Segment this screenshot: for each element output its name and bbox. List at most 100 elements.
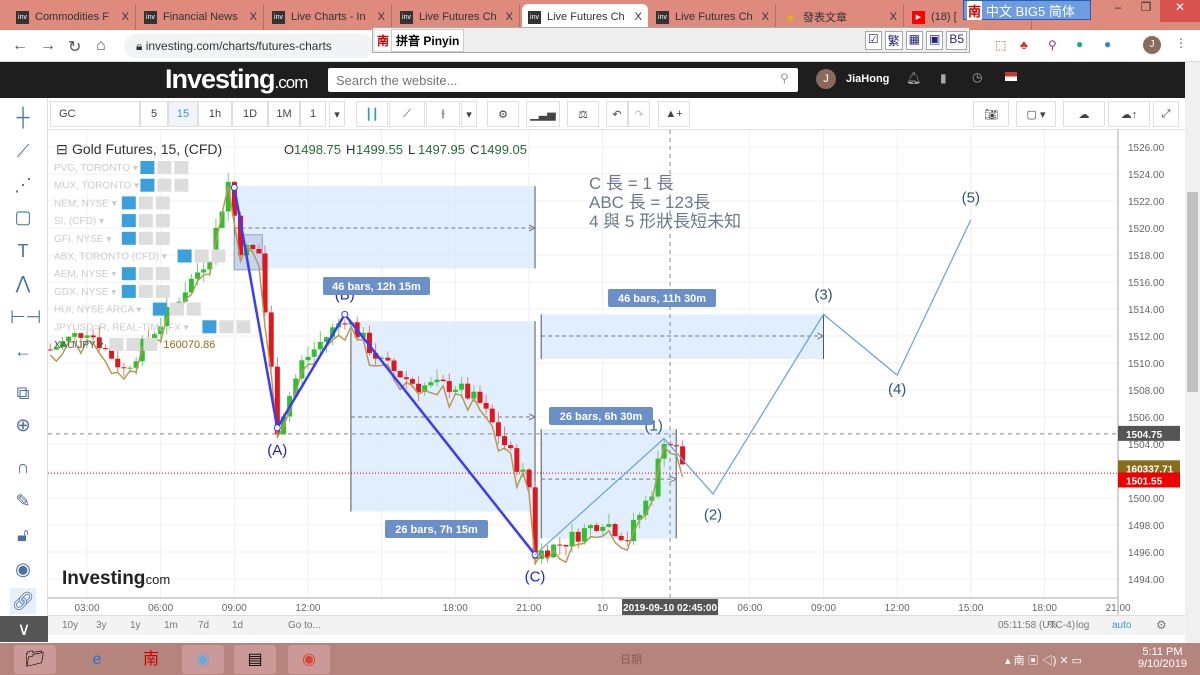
range-10y[interactable]: 10y (62, 620, 78, 631)
icons-tool-icon[interactable]: ⧉ (10, 380, 36, 406)
range-1y[interactable]: 1y (130, 620, 141, 631)
overlay-legend-item[interactable]: NEM, NYSE ▾ (54, 198, 117, 209)
browser-tab[interactable]: inv Financial News X (138, 4, 264, 30)
interval-1M[interactable]: 1M (268, 101, 300, 127)
extension-icon-2[interactable]: ● (1104, 37, 1111, 51)
tab-close-icon[interactable]: X (378, 11, 385, 23)
eye-icon[interactable] (152, 302, 167, 316)
search-icon[interactable]: ⚲ (780, 71, 789, 85)
interval-1[interactable]: 1 (300, 101, 326, 127)
tray-clock[interactable]: 5:11 PM 9/10/2019 (1138, 646, 1187, 670)
measure-icon[interactable]: ⊢⊣ (10, 304, 41, 330)
cloud-load-icon[interactable]: ☁ (1063, 101, 1105, 127)
remove-icon[interactable] (211, 249, 226, 263)
range-7d[interactable]: 7d (198, 620, 209, 631)
gear-icon[interactable] (138, 196, 153, 210)
explorer-taskbar-icon[interactable]: 📁︎ (14, 645, 56, 674)
nan-ime-taskbar-icon[interactable]: 南 (130, 645, 172, 674)
balance-icon[interactable]: ⚖ (567, 101, 599, 127)
eye-icon[interactable] (140, 178, 155, 192)
tab-close-icon[interactable]: X (890, 11, 897, 23)
remove-icon[interactable] (174, 178, 189, 192)
eye-icon[interactable] (121, 284, 136, 298)
portfolio-icon[interactable]: ▮ (940, 71, 947, 85)
pattern-icon[interactable]: ⋀ (10, 270, 36, 296)
overlay-legend-item[interactable]: JPYUSD=R, REAL-TIME FX ▾ (54, 322, 189, 333)
trendline-icon[interactable]: ⟋ (10, 138, 36, 164)
minimize-button[interactable]: – (1104, 0, 1132, 22)
link-icon[interactable]: 🔗︎ (10, 588, 36, 614)
fibonacci-icon[interactable]: ⋰ (10, 172, 36, 198)
interval-15[interactable]: 15 (168, 101, 198, 127)
remove-icon[interactable] (155, 231, 170, 245)
gear-icon[interactable] (219, 320, 234, 334)
interval-5[interactable]: 5 (140, 101, 168, 127)
pinyin-button[interactable]: ▣ (925, 30, 944, 50)
gear-icon[interactable] (138, 267, 153, 281)
close-window-button[interactable]: ✕ (1160, 0, 1200, 22)
forward-icon[interactable]: → (40, 37, 56, 55)
pinyin-button[interactable]: 繁 (884, 30, 903, 50)
gear-icon[interactable] (157, 161, 172, 174)
magnet-icon[interactable]: ∩ (10, 454, 36, 480)
eye-icon[interactable] (121, 231, 136, 245)
remove-icon[interactable] (155, 284, 170, 298)
remove-icon[interactable] (143, 338, 158, 351)
overlay-legend-item[interactable]: HUI, NYSE ARCA ▾ (54, 305, 141, 316)
price-chart[interactable]: (A)(B)(C)(1)(2)(3)(4)(5)46 bars, 12h 15m… (48, 130, 1185, 615)
eye-icon[interactable] (121, 214, 136, 228)
fullscreen-icon[interactable]: ⤢ (1153, 101, 1179, 127)
chrome-taskbar-icon[interactable]: ◉ (288, 645, 330, 674)
alert-icon[interactable]: ▲+ (658, 101, 690, 127)
gear-icon[interactable] (126, 338, 141, 351)
eye-icon[interactable] (121, 196, 136, 210)
extension-icon[interactable]: ♣ (1020, 38, 1028, 52)
tab-close-icon[interactable]: X (122, 11, 129, 23)
zoom-in-icon[interactable]: ⊕ (10, 412, 36, 438)
overlay-legend-item[interactable]: PVG, TORONTO ▾ (54, 163, 138, 174)
notepad-taskbar-icon[interactable]: ▤ (234, 645, 276, 674)
log-toggle[interactable]: log (1076, 620, 1089, 631)
eye-icon[interactable]: ◉ (10, 556, 36, 582)
remove-icon[interactable] (155, 267, 170, 281)
auto-toggle[interactable]: auto (1112, 620, 1131, 631)
undo-icon[interactable]: ↶ (606, 101, 628, 127)
search-extension-icon[interactable]: ⚲ (1048, 38, 1057, 52)
indicators-icon[interactable]: ⫲ (426, 101, 460, 127)
pinyin-button[interactable]: B5 (946, 30, 967, 50)
interval-dropdown-icon[interactable]: ▾ (329, 101, 345, 127)
chromium-taskbar-icon[interactable]: ◉ (182, 645, 224, 674)
overlay-legend-item[interactable]: SI, (CFD) ▾ (54, 216, 104, 227)
ime-status-bar[interactable]: 南中文 BIG5 简体 (963, 0, 1091, 20)
remove-icon[interactable] (186, 302, 201, 316)
gear-icon[interactable] (138, 284, 153, 298)
scrollbar-thumb[interactable] (1187, 192, 1198, 392)
camera-icon[interactable]: 📷︎ (973, 101, 1009, 127)
home-icon[interactable]: ⌂ (96, 37, 106, 55)
tab-close-icon[interactable]: X (250, 11, 257, 23)
profile-avatar[interactable]: J (1143, 36, 1161, 54)
pinyin-input-bar[interactable]: 南 拼音 Pinyin ☑ 繁 ▦ ▣ B5 (372, 27, 970, 53)
grammarly-icon[interactable]: ● (1076, 37, 1083, 51)
overlay-legend-item[interactable]: ABX, TORONTO (CFD) ▾ (54, 252, 167, 263)
bell-icon[interactable]: 🔔︎ (906, 71, 921, 85)
lock-drawing-icon[interactable]: ✎ (10, 488, 36, 514)
overlay-legend-item[interactable]: XAU/JPY ▾ (54, 340, 103, 351)
overlay-legend-item[interactable]: MUX, TORONTO ▾ (54, 181, 139, 192)
browser-tab[interactable]: inv Commodities F X (10, 4, 136, 30)
crosshair-icon[interactable]: ┼ (10, 104, 36, 130)
candles-icon[interactable]: ┃┃ (356, 101, 388, 127)
gear-icon[interactable] (194, 249, 209, 263)
pdf-extension-icon[interactable]: ⬚ (995, 38, 1006, 52)
goto-button[interactable]: Go to... (288, 620, 321, 631)
remove-icon[interactable] (155, 214, 170, 228)
percent-toggle[interactable]: % (1048, 620, 1057, 631)
bar-chart-icon[interactable]: ▁▃▅ (526, 101, 560, 127)
remove-icon[interactable] (155, 196, 170, 210)
rectangle-icon[interactable]: ▢ (10, 204, 36, 230)
us-flag-icon[interactable] (1005, 72, 1017, 81)
arrow-left-icon[interactable]: ← (10, 338, 36, 364)
overlay-legend-item[interactable]: GDX, NYSE ▾ (54, 287, 116, 298)
investing-logo[interactable]: Investing.com (165, 64, 308, 95)
back-icon[interactable]: ← (12, 37, 28, 55)
